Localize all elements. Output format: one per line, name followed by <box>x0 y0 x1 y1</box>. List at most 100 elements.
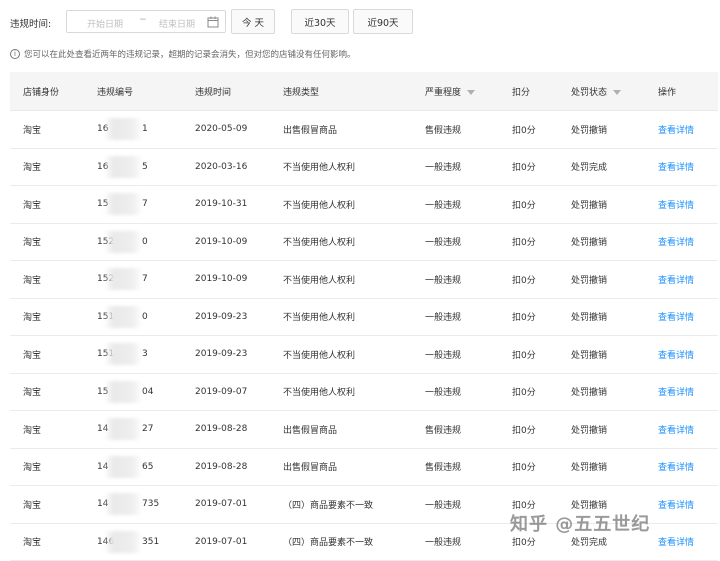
header-action: 操作 <box>645 72 718 111</box>
action-cell: 查看详情 <box>645 148 718 186</box>
calendar-icon[interactable] <box>207 16 219 28</box>
action-cell: 查看详情 <box>645 185 718 224</box>
date-range-picker[interactable]: 开始日期 ~ 结束日期 <box>66 10 226 33</box>
view-details-link[interactable]: 查看详情 <box>658 238 694 248</box>
date-cell: 2019-09-23 <box>182 335 270 374</box>
view-details-link[interactable]: 查看详情 <box>658 426 694 436</box>
status-cell: 处罚撤销 <box>558 298 645 336</box>
type-cell: 不当使用他人权利 <box>270 298 412 336</box>
type-cell: （四）商品要素不一致 <box>270 523 412 561</box>
header-status-label: 处罚状态 <box>571 87 608 98</box>
header-violation-id: 违规编号 <box>84 72 182 111</box>
notice-text: 您可以在此处查看近两年的违规记录，超期的记录会消失，但对您的店铺没有任何影响。 <box>24 50 356 60</box>
points-cell: 扣0分 <box>499 260 558 299</box>
shop-cell: 淘宝 <box>10 185 84 224</box>
type-cell: 不当使用他人权利 <box>270 185 412 224</box>
violation-id-suffix: 7 <box>142 274 148 284</box>
violation-records-table: 店铺身份 违规编号 违规时间 违规类型 严重程度 扣分 处罚状态 操作 淘宝 16… <box>10 72 718 561</box>
view-details-link[interactable]: 查看详情 <box>658 351 694 361</box>
severity-cell: 一般违规 <box>412 260 499 299</box>
redaction-blur <box>104 530 142 553</box>
start-date-input[interactable]: 开始日期 <box>87 17 123 30</box>
view-details-link[interactable]: 查看详情 <box>658 388 694 398</box>
shop-cell: 淘宝 <box>10 485 84 524</box>
redaction-blur <box>104 455 142 478</box>
header-violation-time: 违规时间 <box>182 72 270 111</box>
redaction-blur <box>104 343 142 365</box>
status-filter-icon[interactable] <box>613 89 622 95</box>
view-details-link[interactable]: 查看详情 <box>658 538 694 548</box>
view-details-link[interactable]: 查看详情 <box>658 163 694 173</box>
header-violation-type: 违规类型 <box>270 72 412 111</box>
severity-filter-icon[interactable] <box>467 89 476 95</box>
violation-id-suffix: 3 <box>142 349 148 359</box>
severity-cell: 一般违规 <box>412 223 499 261</box>
table-row: 淘宝 15 04 2019-09-07 不当使用他人权利 一般违规 扣0分 处罚撤销 查看详情 <box>10 373 718 411</box>
severity-cell: 一般违规 <box>412 373 499 411</box>
points-cell: 扣0分 <box>499 373 558 411</box>
date-cell: 2020-05-09 <box>182 110 270 149</box>
shop-cell: 淘宝 <box>10 335 84 374</box>
table-row: 淘宝 15 7 2019-10-31 不当使用他人权利 一般违规 扣0分 处罚撤销 查看详情 <box>10 185 718 224</box>
status-cell: 处罚撤销 <box>558 110 645 149</box>
action-cell: 查看详情 <box>645 523 718 561</box>
today-button[interactable]: 今 天 <box>231 9 275 34</box>
type-cell: 不当使用他人权利 <box>270 148 412 186</box>
status-cell: 处罚撤销 <box>558 335 645 374</box>
severity-cell: 售假违规 <box>412 410 499 449</box>
redaction-blur <box>104 493 142 515</box>
action-cell: 查看详情 <box>645 223 718 261</box>
date-cell: 2019-08-28 <box>182 410 270 449</box>
violation-id-suffix: 0 <box>142 311 148 322</box>
redaction-blur <box>104 118 142 140</box>
shop-cell: 淘宝 <box>10 523 84 561</box>
violation-id-suffix: 65 <box>142 461 154 472</box>
table-row: 淘宝 14 65 2019-08-28 出售假冒商品 售假违规 扣0分 处罚撤销 查看详情 <box>10 448 718 486</box>
date-cell: 2019-07-01 <box>182 523 270 561</box>
table-row: 淘宝 16 1 2020-05-09 出售假冒商品 售假违规 扣0分 处罚撤销 查看详情 <box>10 110 718 149</box>
view-details-link[interactable]: 查看详情 <box>658 126 694 136</box>
redaction-blur <box>104 268 142 290</box>
view-details-link[interactable]: 查看详情 <box>658 276 694 286</box>
redaction-blur <box>104 193 142 215</box>
action-cell: 查看详情 <box>645 110 718 149</box>
notice-bar: i 您可以在此处查看近两年的违规记录，超期的记录会消失，但对您的店铺没有任何影响… <box>10 48 356 60</box>
header-penalty-status: 处罚状态 <box>558 72 645 111</box>
view-details-link[interactable]: 查看详情 <box>658 201 694 211</box>
header-severity: 严重程度 <box>412 72 499 111</box>
shop-cell: 淘宝 <box>10 260 84 299</box>
violation-id-cell: 16 5 <box>84 148 182 186</box>
date-cell: 2019-10-09 <box>182 223 270 261</box>
points-cell: 扣0分 <box>499 223 558 261</box>
table-row: 淘宝15102019-09-23不当使用他人权利一般违规扣0分处罚撤销 查看详情 <box>10 298 718 336</box>
last-30-days-button[interactable]: 近30天 <box>291 9 349 34</box>
type-cell: （四）商品要素不一致 <box>270 485 412 524</box>
end-date-input[interactable]: 结束日期 <box>159 17 195 30</box>
severity-cell: 一般违规 <box>412 523 499 561</box>
view-details-link[interactable]: 查看详情 <box>658 501 694 511</box>
date-separator: ~ <box>139 15 147 25</box>
table-row: 淘宝15132019-09-23不当使用他人权利一般违规扣0分处罚撤销 查看详情 <box>10 335 718 374</box>
date-cell: 2019-10-31 <box>182 185 270 224</box>
points-cell: 扣0分 <box>499 148 558 186</box>
points-cell: 扣0分 <box>499 185 558 224</box>
points-cell: 扣0分 <box>499 410 558 449</box>
violation-id-suffix: 04 <box>142 386 154 397</box>
severity-cell: 一般违规 <box>412 185 499 224</box>
action-cell: 查看详情 <box>645 335 718 374</box>
last-90-days-button[interactable]: 近90天 <box>353 9 413 34</box>
status-cell: 处罚撤销 <box>558 223 645 261</box>
violation-id-suffix: 351 <box>142 536 160 547</box>
type-cell: 不当使用他人权利 <box>270 223 412 261</box>
header-shop-identity: 店铺身份 <box>10 72 84 111</box>
violation-id-cell: 16 1 <box>84 110 182 149</box>
watermark: 知乎 @五五世纪 <box>510 514 651 535</box>
action-cell: 查看详情 <box>645 373 718 411</box>
table-row: 淘宝15202019-10-09不当使用他人权利一般违规扣0分处罚撤销 查看详情 <box>10 223 718 261</box>
severity-cell: 一般违规 <box>412 298 499 336</box>
view-details-link[interactable]: 查看详情 <box>658 463 694 473</box>
view-details-link[interactable]: 查看详情 <box>658 313 694 323</box>
type-cell: 出售假冒商品 <box>270 410 412 449</box>
points-cell: 扣0分 <box>499 298 558 336</box>
header-points: 扣分 <box>499 72 558 111</box>
